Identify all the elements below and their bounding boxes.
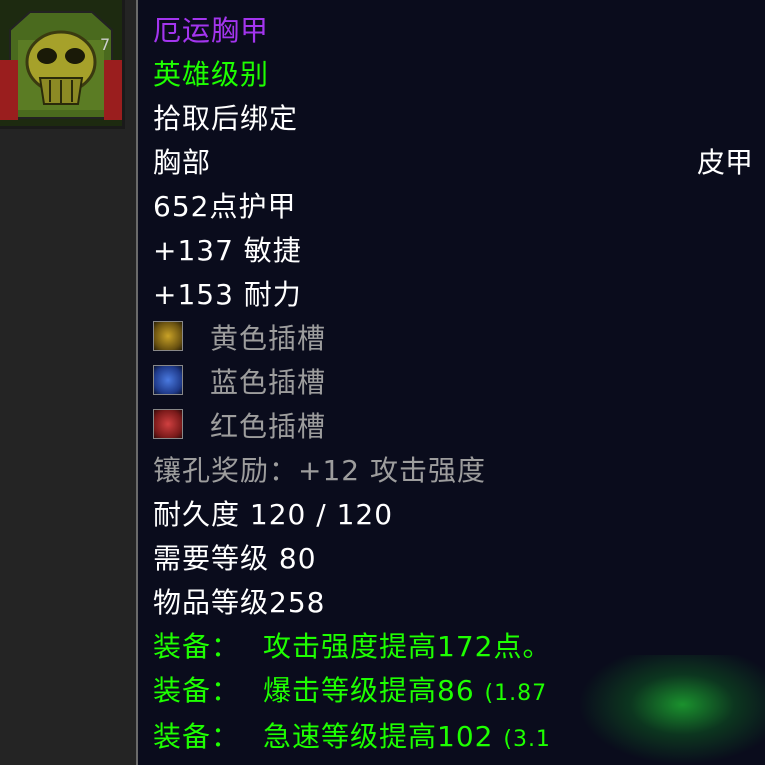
blue-socket-icon — [153, 365, 183, 395]
equip-text: 攻击强度提高172点。 — [263, 630, 552, 663]
equip-prefix: 装备： — [153, 674, 241, 707]
socket-red-label: 红色插槽 — [210, 410, 327, 443]
equip-effect-1: 装备： 攻击强度提高172点。 — [153, 625, 551, 669]
socket-bonus: 镶孔奖励：+12 攻击强度 — [153, 454, 486, 487]
slot-text: 胸部 — [153, 146, 212, 179]
equip-prefix: 装备： — [153, 630, 241, 663]
stat-stamina: +153 耐力 — [153, 278, 302, 311]
red-socket-icon — [153, 409, 183, 439]
equip-prefix: 装备： — [153, 720, 241, 753]
equip-effect-2: 装备： 爆击等级提高86 (1.87 — [153, 669, 547, 713]
equip-text: 爆击等级提高86 — [263, 674, 475, 707]
item-tooltip: 厄运胸甲 英雄级别 拾取后绑定 胸部 皮甲 652点护甲 +137 敏捷 +15… — [136, 0, 765, 765]
equip-effect-3: 装备： 急速等级提高102 (3.1 — [153, 715, 551, 759]
stat-agility: +137 敏捷 — [153, 234, 302, 267]
chest-armor-icon[interactable]: 7 — [0, 0, 125, 129]
armor-type-text: 皮甲 — [696, 146, 753, 179]
equip-extra: (3.1 — [503, 727, 551, 752]
required-level: 需要等级 80 — [153, 542, 317, 575]
armor-value: 652点护甲 — [153, 190, 297, 223]
socket-blue-label: 蓝色插槽 — [210, 366, 327, 399]
durability: 耐久度 120 / 120 — [153, 498, 394, 531]
socket-yellow-label: 黄色插槽 — [210, 322, 327, 355]
item-level: 物品等级258 — [153, 586, 326, 619]
item-name: 厄运胸甲 — [153, 14, 270, 47]
equip-text: 急速等级提高102 — [263, 720, 494, 753]
equip-extra: (1.87 — [484, 681, 548, 706]
yellow-socket-icon — [153, 321, 183, 351]
svg-text:7: 7 — [100, 35, 110, 54]
binding-text: 拾取后绑定 — [153, 102, 299, 135]
item-quality: 英雄级别 — [153, 58, 270, 91]
highlight-glow — [578, 655, 765, 765]
